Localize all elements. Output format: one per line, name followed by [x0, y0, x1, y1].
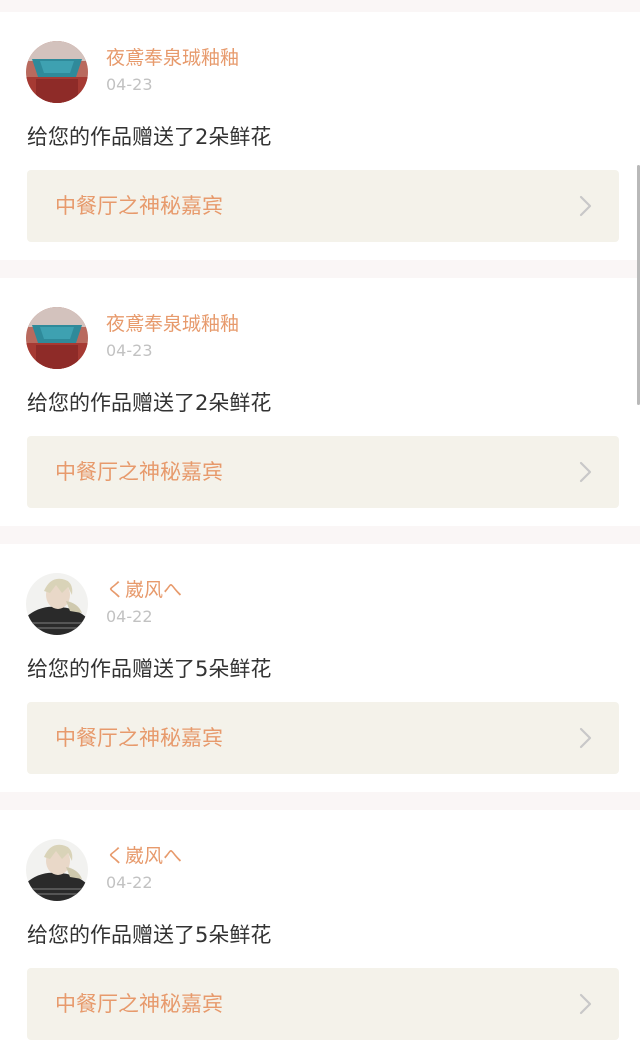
chevron-right-icon	[579, 993, 592, 1015]
chevron-right-icon	[579, 195, 592, 217]
timestamp: 04-23	[106, 75, 153, 94]
notification-card: 夜鳶奉泉珹釉釉 04-23 给您的作品赠送了2朵鲜花 中餐厅之神秘嘉宾	[0, 12, 640, 260]
username[interactable]: く崴风へ	[106, 844, 182, 868]
username[interactable]: 夜鳶奉泉珹釉釉	[106, 312, 239, 336]
work-title: 中餐厅之神秘嘉宾	[55, 460, 223, 484]
work-link-button[interactable]: 中餐厅之神秘嘉宾	[27, 702, 619, 774]
work-link-button[interactable]: 中餐厅之神秘嘉宾	[27, 170, 619, 242]
work-title: 中餐厅之神秘嘉宾	[55, 992, 223, 1016]
chevron-right-icon	[579, 461, 592, 483]
timestamp: 04-23	[106, 341, 153, 360]
avatar[interactable]	[26, 41, 88, 103]
avatar[interactable]	[26, 839, 88, 901]
work-link-button[interactable]: 中餐厅之神秘嘉宾	[27, 436, 619, 508]
timestamp: 04-22	[106, 607, 153, 626]
notification-card: く崴风へ 04-22 给您的作品赠送了5朵鲜花 中餐厅之神秘嘉宾	[0, 810, 640, 1045]
username[interactable]: く崴风へ	[106, 578, 182, 602]
gift-message: 给您的作品赠送了2朵鲜花	[27, 125, 272, 149]
timestamp: 04-22	[106, 873, 153, 892]
gift-message: 给您的作品赠送了2朵鲜花	[27, 391, 272, 415]
notification-card: く崴风へ 04-22 给您的作品赠送了5朵鲜花 中餐厅之神秘嘉宾	[0, 544, 640, 792]
work-link-button[interactable]: 中餐厅之神秘嘉宾	[27, 968, 619, 1040]
notification-card: 夜鳶奉泉珹釉釉 04-23 给您的作品赠送了2朵鲜花 中餐厅之神秘嘉宾	[0, 278, 640, 526]
gift-message: 给您的作品赠送了5朵鲜花	[27, 657, 272, 681]
username[interactable]: 夜鳶奉泉珹釉釉	[106, 46, 239, 70]
avatar[interactable]	[26, 573, 88, 635]
work-title: 中餐厅之神秘嘉宾	[55, 726, 223, 750]
work-title: 中餐厅之神秘嘉宾	[55, 194, 223, 218]
avatar[interactable]	[26, 307, 88, 369]
chevron-right-icon	[579, 727, 592, 749]
notification-feed: 夜鳶奉泉珹釉釉 04-23 给您的作品赠送了2朵鲜花 中餐厅之神秘嘉宾 夜鳶奉泉…	[0, 0, 640, 1045]
gift-message: 给您的作品赠送了5朵鲜花	[27, 923, 272, 947]
